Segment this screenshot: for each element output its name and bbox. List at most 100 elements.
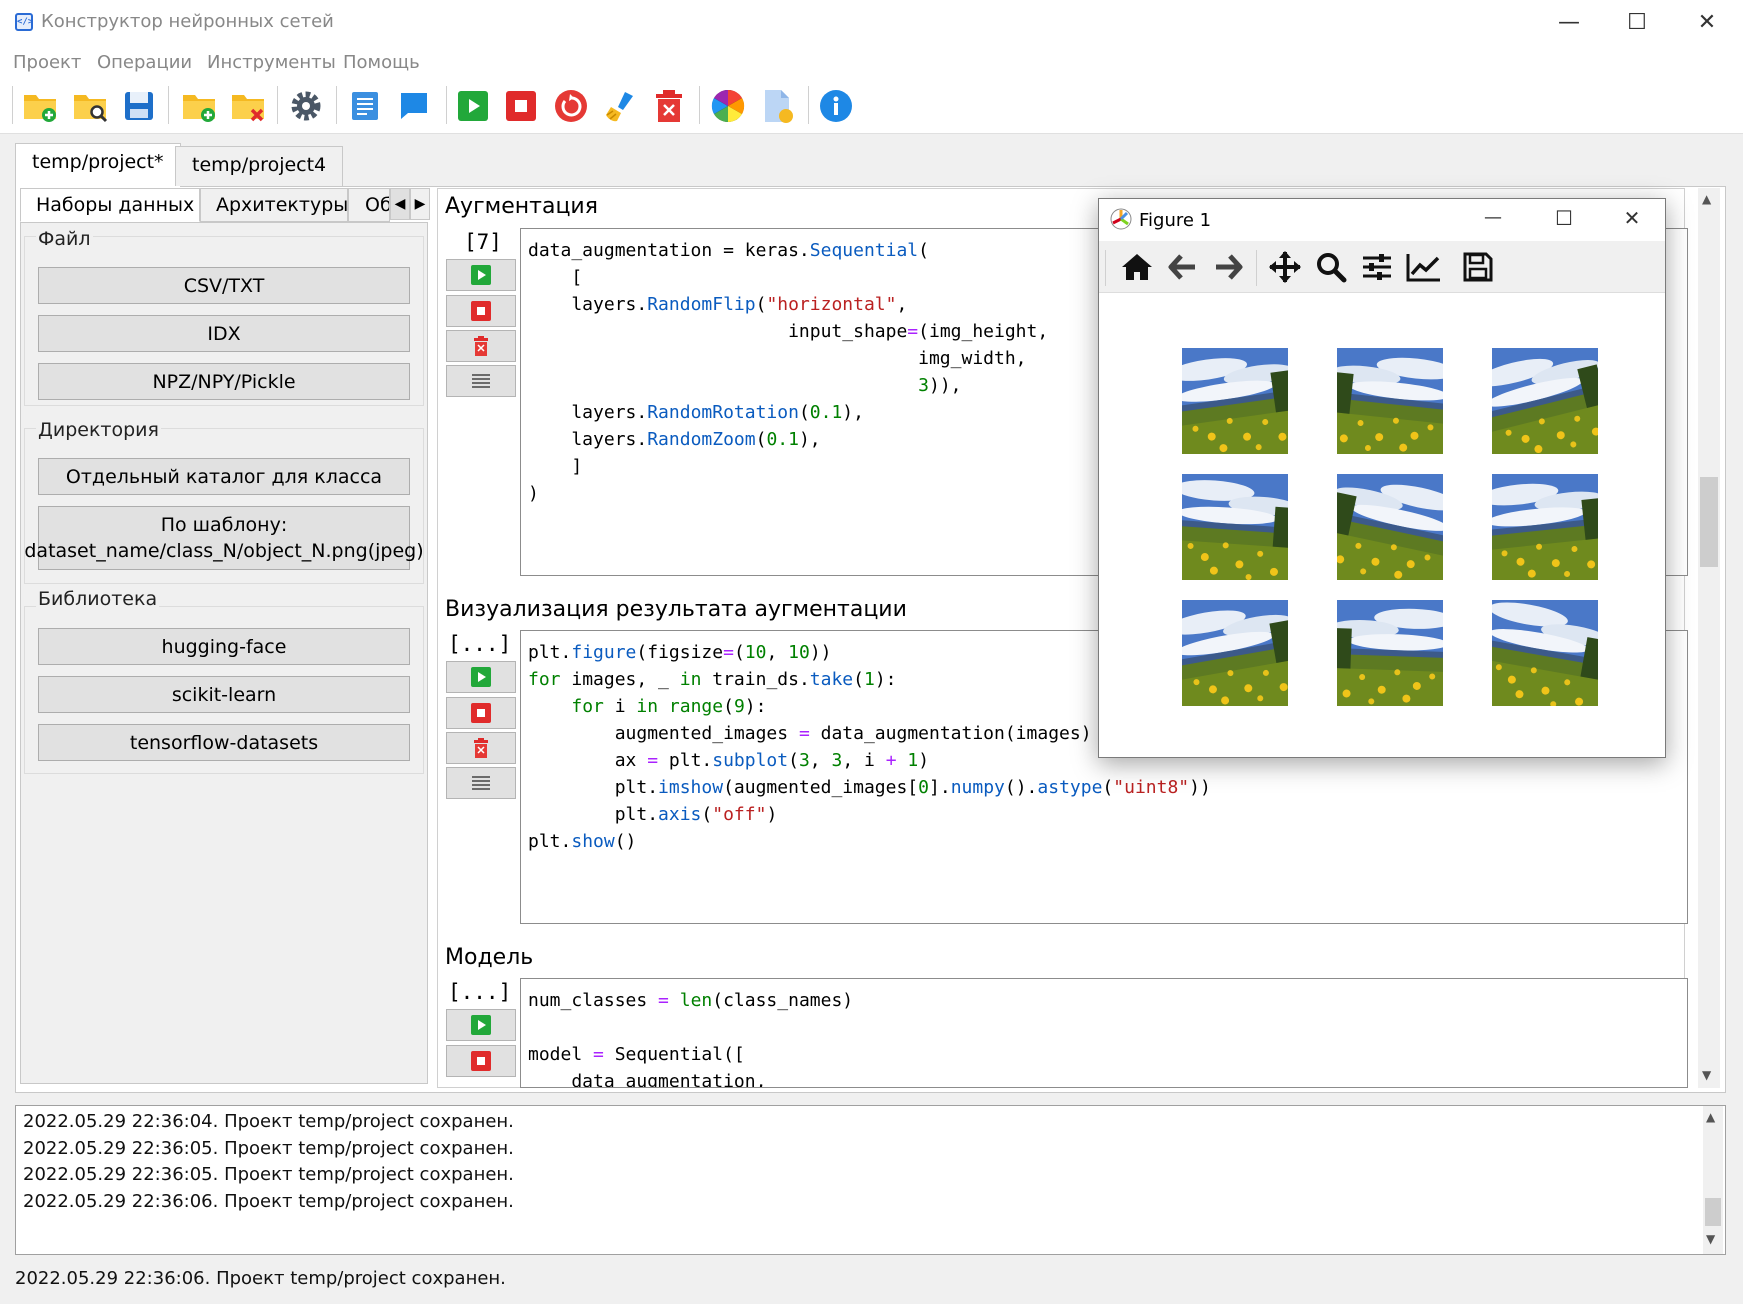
augmented-image (1492, 348, 1598, 454)
cell-stop-button[interactable] (446, 295, 516, 327)
npz-npy-pickle-button[interactable]: NPZ/NPY/Pickle (38, 363, 410, 400)
save-icon[interactable] (119, 86, 159, 126)
scroll-up-icon[interactable]: ▲ (1702, 192, 1711, 206)
log-scroll-down-icon[interactable]: ▼ (1706, 1232, 1715, 1246)
template-pattern-button[interactable]: По шаблону: dataset_name/class_N/object_… (24, 506, 424, 570)
figure-close-button[interactable]: ✕ (1612, 201, 1652, 235)
edit-axes-icon[interactable] (1405, 248, 1443, 286)
forward-arrow-icon[interactable] (1209, 248, 1247, 286)
figure-maximize-button[interactable]: ☐ (1544, 201, 1584, 235)
file-group-label: Файл (36, 228, 93, 250)
menu-operations[interactable]: Операции (97, 52, 192, 73)
tab-scroll-left-icon[interactable]: ◀ (390, 188, 410, 220)
comment-icon[interactable] (394, 86, 434, 126)
new-file-icon[interactable] (758, 86, 798, 126)
menu-tools[interactable]: Инструменты (207, 52, 336, 73)
scroll-down-icon[interactable]: ▼ (1702, 1068, 1711, 1082)
code-line: 3)), (918, 375, 962, 396)
augmented-image (1492, 474, 1598, 580)
close-button[interactable]: ✕ (1687, 6, 1727, 40)
code-line: for i in range(9): (571, 696, 767, 717)
delete-icon[interactable] (649, 86, 689, 126)
tab-datasets[interactable]: Наборы данных (20, 188, 200, 222)
log-scroll-up-icon[interactable]: ▲ (1706, 1110, 1715, 1124)
code-line: data_augmentation, (528, 1071, 767, 1088)
cell-run-button[interactable] (446, 661, 516, 693)
new-project-icon[interactable] (20, 86, 60, 126)
separate-class-dir-button[interactable]: Отдельный каталог для класса (38, 458, 410, 495)
remove-folder-icon[interactable] (228, 86, 268, 126)
code-line: input_shape=(img_height, (528, 321, 1049, 342)
toolbar-separator (446, 86, 447, 124)
toolbar-separator (808, 86, 809, 124)
window-title: Конструктор нейронных сетей (41, 11, 334, 32)
tensorflow-datasets-button[interactable]: tensorflow-datasets (38, 724, 410, 761)
configure-subplots-icon[interactable] (1358, 248, 1396, 286)
tab-other[interactable]: Об (348, 188, 390, 222)
restart-icon[interactable] (551, 86, 591, 126)
augmented-image (1337, 474, 1443, 580)
code-line: plt.axis("off") (528, 804, 778, 825)
log-line: 2022.05.29 22:36:04. Проект temp/project… (23, 1111, 514, 1132)
log-line: 2022.05.29 22:36:06. Проект temp/project… (23, 1191, 514, 1212)
figure-minimize-button[interactable]: — (1473, 201, 1513, 235)
cell-exec-count: [7] (464, 230, 502, 254)
code-line: num_classes = len(class_names) (528, 990, 854, 1011)
cell-run-button[interactable] (446, 1009, 516, 1041)
cell-delete-button[interactable] (446, 732, 516, 764)
home-icon[interactable] (1118, 248, 1156, 286)
tab-scroll-right-icon[interactable]: ▶ (410, 188, 430, 220)
cell-run-button[interactable] (446, 259, 516, 291)
log-line: 2022.05.29 22:36:05. Проект temp/project… (23, 1164, 514, 1185)
csv-txt-button[interactable]: CSV/TXT (38, 267, 410, 304)
text-document-icon[interactable] (345, 86, 385, 126)
cell-exec-count: [...] (448, 632, 512, 656)
minimize-button[interactable]: — (1549, 6, 1589, 40)
editor-scrollbar-thumb[interactable] (1700, 477, 1718, 567)
toolbar-separator (12, 86, 13, 124)
cell-title-model: Модель (445, 945, 534, 970)
menu-help[interactable]: Помощь (343, 52, 420, 73)
cell-title-augmentation: Аугментация (445, 194, 598, 219)
add-folder-icon[interactable] (179, 86, 219, 126)
editor-scrollbar[interactable] (1698, 188, 1720, 1088)
figure-toolbar-separator (1256, 250, 1257, 286)
cell-exec-count: [...] (448, 980, 512, 1004)
hugging-face-button[interactable]: hugging-face (38, 628, 410, 665)
toolbar-separator (277, 86, 278, 124)
run-icon[interactable] (453, 86, 493, 126)
info-icon[interactable] (816, 86, 856, 126)
open-project-icon[interactable] (70, 86, 110, 126)
settings-icon[interactable] (286, 86, 326, 126)
toolbar-separator (336, 86, 337, 124)
back-arrow-icon[interactable] (1164, 248, 1202, 286)
code-line: for images, _ in train_ds.take(1): (528, 669, 897, 690)
cell-output-button[interactable] (446, 767, 516, 799)
stop-icon[interactable] (501, 86, 541, 126)
clear-brush-icon[interactable] (600, 86, 640, 126)
scikit-learn-button[interactable]: scikit-learn (38, 676, 410, 713)
idx-button[interactable]: IDX (38, 315, 410, 352)
figure-title: Figure 1 (1139, 210, 1212, 231)
status-text: 2022.05.29 22:36:06. Проект temp/project… (15, 1268, 506, 1289)
toolbar-separator (699, 86, 700, 124)
augmented-image (1337, 600, 1443, 706)
tab-project4[interactable]: temp/project4 (175, 146, 344, 186)
cell-delete-button[interactable] (446, 330, 516, 362)
pan-icon[interactable] (1266, 248, 1304, 286)
cell-stop-button[interactable] (446, 697, 516, 729)
zoom-icon[interactable] (1312, 248, 1350, 286)
code-editor-model[interactable]: num_classes = len(class_names) model = S… (520, 978, 1688, 1088)
maximize-button[interactable]: ☐ (1617, 6, 1657, 40)
log-scrollbar-thumb[interactable] (1705, 1198, 1721, 1226)
augmented-image (1182, 348, 1288, 454)
cell-output-button[interactable] (446, 365, 516, 397)
tab-project-active[interactable]: temp/project* (15, 143, 181, 187)
cell-stop-button[interactable] (446, 1045, 516, 1077)
log-line: 2022.05.29 22:36:05. Проект temp/project… (23, 1138, 514, 1159)
code-line: plt.show() (528, 831, 637, 852)
menu-project[interactable]: Проект (13, 52, 81, 73)
tab-architectures[interactable]: Архитектуры (200, 188, 348, 222)
save-figure-icon[interactable] (1459, 248, 1497, 286)
color-wheel-icon[interactable] (708, 86, 748, 126)
